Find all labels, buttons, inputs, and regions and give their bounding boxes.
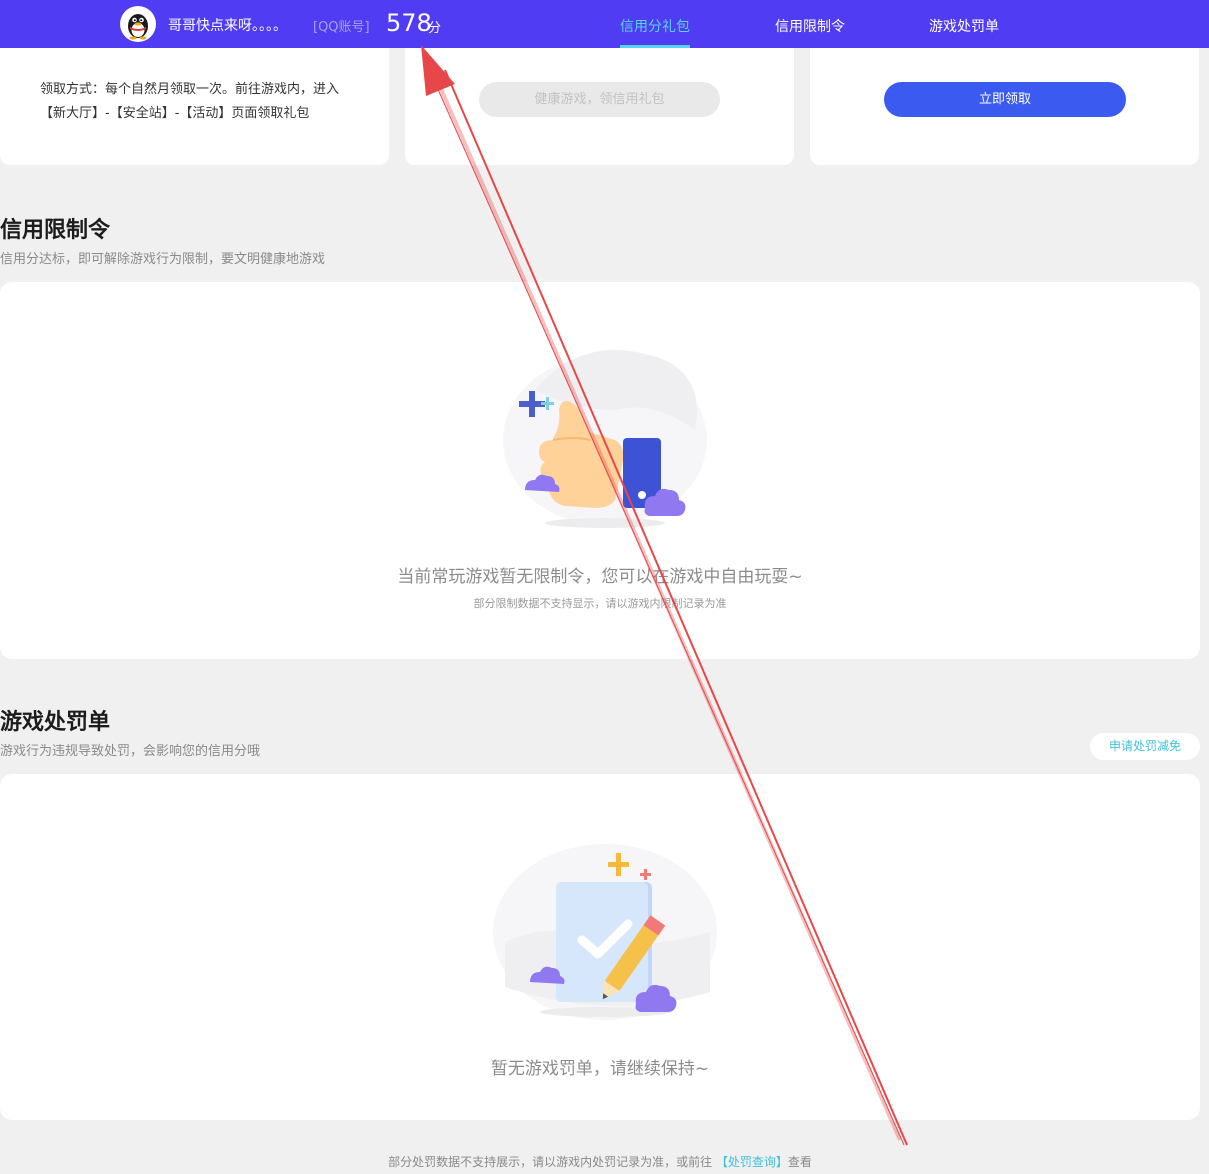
thumbs-up-illustration-icon (503, 350, 707, 528)
penalty-section-subtitle: 游戏行为违规导致处罚，会影响您的信用分哦 (0, 744, 261, 759)
penalty-footer-note: 部分处罚数据不支持展示，请以游戏内处罚记录为准，或前往 【处罚查询】查看 (0, 1153, 1200, 1170)
healthy-game-gift-button[interactable]: 健康游戏，领信用礼包 (479, 82, 720, 117)
footer-note-prefix: 部分处罚数据不支持展示，请以游戏内处罚记录为准，或前往 (388, 1155, 713, 1169)
user-avatar[interactable] (120, 6, 156, 42)
claim-method-note: 领取方式：每个自然月领取一次。前往游戏内，进入【新大厅】-【安全站】-【活动】页… (40, 82, 340, 121)
restriction-empty-message: 当前常玩游戏暂无限制令，您可以在游戏中自由玩耍~ (397, 567, 803, 587)
tab-credit-gift[interactable]: 信用分礼包 (620, 16, 690, 36)
user-nickname: 哥哥快点来呀。。。。 (168, 18, 287, 34)
account-type-tag: [QQ账号] (313, 20, 370, 35)
apply-penalty-reduction-button[interactable]: 申请处罚减免 (1090, 733, 1200, 760)
footer-note-suffix: 查看 (787, 1155, 812, 1169)
restriction-empty-note: 部分限制数据不支持显示，请以游戏内限制记录为准 (473, 597, 727, 610)
restriction-section-subtitle: 信用分达标，即可解除游戏行为限制，要文明健康地游戏 (0, 252, 326, 267)
top-nav-bar: 哥哥快点来呀。。。。 [QQ账号] 578 分 信用分礼包 信用限制令 游戏处罚… (0, 0, 1209, 48)
penalty-empty-message: 暂无游戏罚单，请继续保持~ (490, 1059, 710, 1079)
tab-credit-restriction[interactable]: 信用限制令 (775, 16, 845, 36)
penalty-query-link[interactable]: 【处罚查询】 (716, 1155, 788, 1169)
credit-score: 578 (386, 9, 432, 37)
penalty-section-title: 游戏处罚单 (0, 710, 111, 735)
restriction-section-title: 信用限制令 (0, 218, 111, 243)
credit-score-unit: 分 (428, 21, 442, 36)
claim-now-button[interactable]: 立即领取 (884, 82, 1126, 117)
checklist-pencil-illustration-icon (493, 844, 717, 1020)
qq-penguin-icon (121, 7, 155, 41)
tab-game-penalty[interactable]: 游戏处罚单 (929, 16, 999, 36)
